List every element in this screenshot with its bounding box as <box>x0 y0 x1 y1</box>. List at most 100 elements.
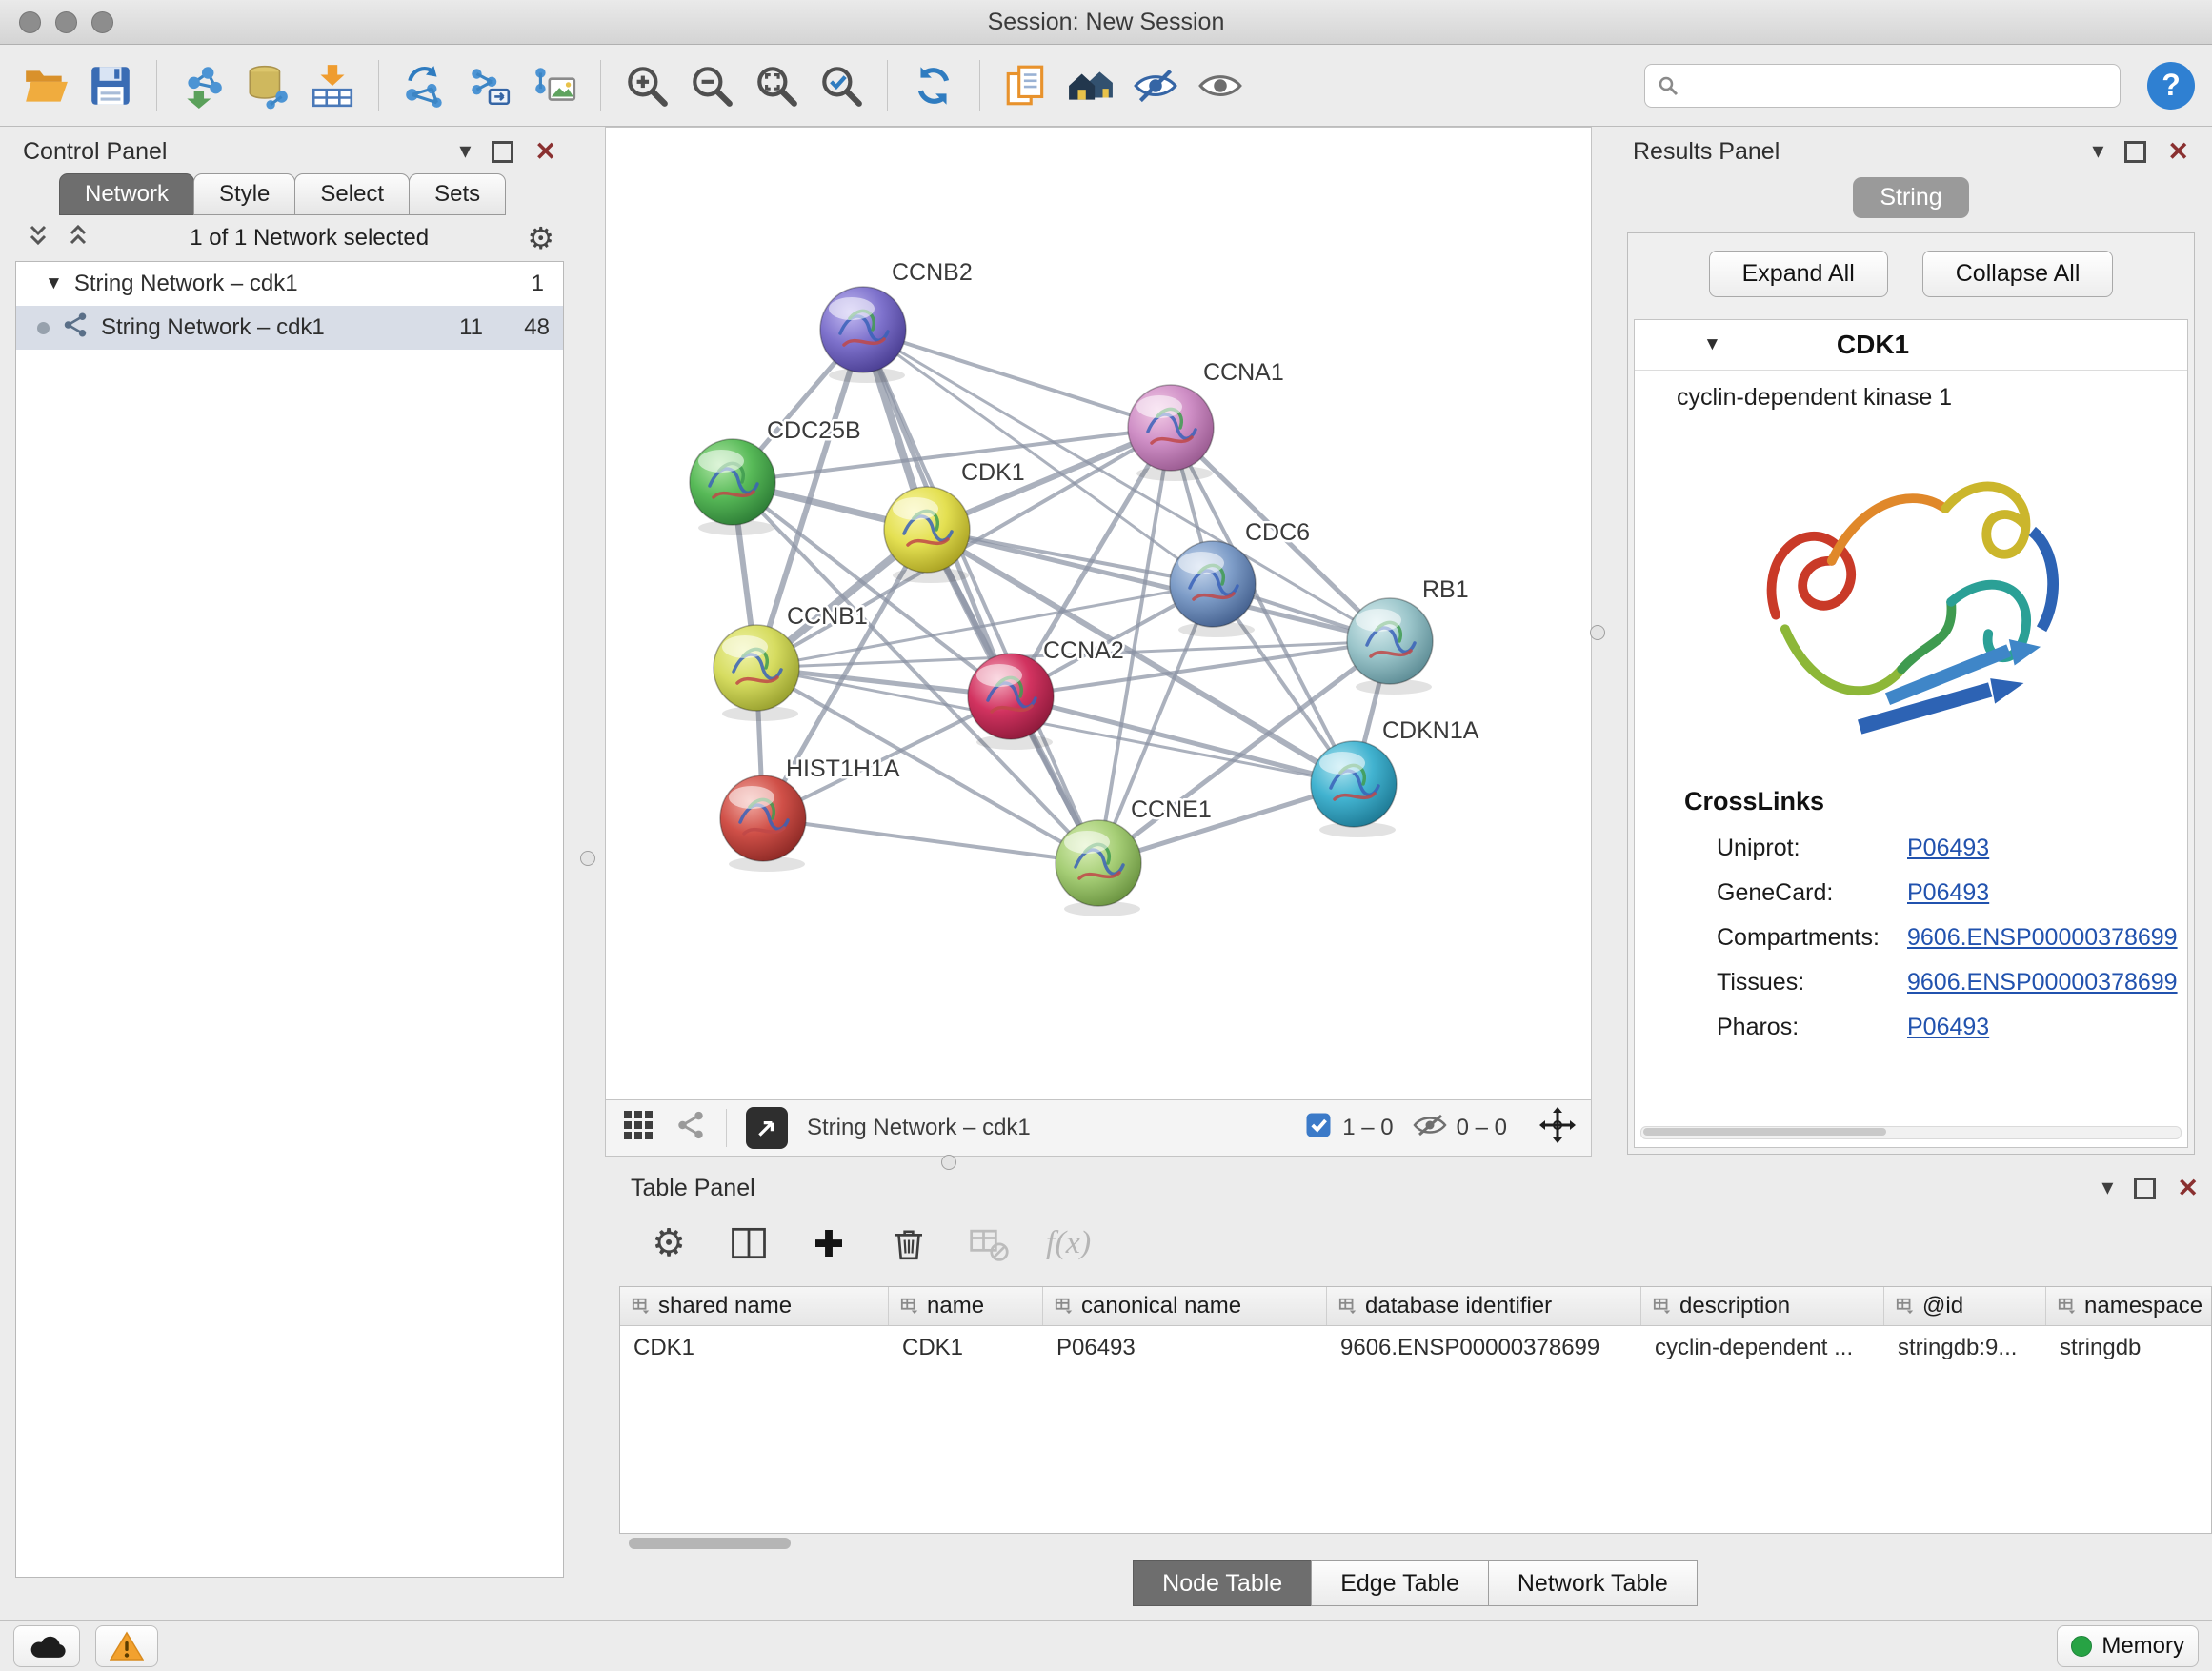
table-cell[interactable]: cyclin-dependent ... <box>1641 1326 1884 1370</box>
warning-button[interactable] <box>95 1625 158 1667</box>
tab-network-table[interactable]: Network Table <box>1488 1560 1698 1606</box>
panel-menu-icon[interactable]: ▾ <box>2101 1177 2113 1199</box>
crosslink-uniprot[interactable]: P06493 <box>1907 835 1989 862</box>
table-cell[interactable]: P06493 <box>1043 1326 1327 1370</box>
table-cell[interactable]: CDK1 <box>889 1326 1043 1370</box>
panel-float-icon[interactable] <box>2134 1178 2156 1199</box>
crosslink-genecard[interactable]: P06493 <box>1907 879 1989 907</box>
search-input[interactable] <box>1687 71 2108 100</box>
node-ccne1[interactable] <box>1056 820 1141 916</box>
memory-button[interactable]: Memory <box>2057 1625 2199 1667</box>
import-network-file-button[interactable] <box>174 56 231 115</box>
hidden-eye-slash-icon[interactable] <box>1413 1113 1447 1144</box>
show-hidden-button[interactable] <box>1192 56 1249 115</box>
collapse-triangle-icon[interactable]: ▼ <box>1703 334 1721 355</box>
help-button[interactable]: ? <box>2147 62 2195 110</box>
new-network-from-selection-button[interactable] <box>396 56 453 115</box>
crosslink-tissues[interactable]: 9606.ENSP00000378699 <box>1907 969 2178 997</box>
column-header--id[interactable]: @id <box>1884 1287 2046 1325</box>
scrollbar-thumb[interactable] <box>629 1538 791 1549</box>
column-header-description[interactable]: description <box>1641 1287 1884 1325</box>
show-columns-button[interactable] <box>726 1220 772 1266</box>
table-cell[interactable]: CDK1 <box>620 1326 889 1370</box>
tab-sets[interactable]: Sets <box>409 173 506 215</box>
minimize-window-button[interactable] <box>55 11 77 33</box>
node-ccnb2[interactable] <box>820 287 906 383</box>
add-column-button[interactable] <box>806 1220 852 1266</box>
tab-style[interactable]: Style <box>193 173 295 215</box>
node-cdkn1a[interactable] <box>1311 741 1397 837</box>
panel-close-icon[interactable]: ✕ <box>2167 139 2189 165</box>
column-header-canonical-name[interactable]: canonical name <box>1043 1287 1327 1325</box>
node-rb1[interactable] <box>1347 598 1433 695</box>
collapse-all-icon[interactable] <box>65 224 91 253</box>
results-horizontal-scrollbar[interactable] <box>1640 1126 2182 1139</box>
table-settings-button[interactable]: ⚙ <box>646 1220 692 1266</box>
network-share-icon[interactable] <box>674 1109 707 1148</box>
column-header-database-identifier[interactable]: database identifier <box>1327 1287 1641 1325</box>
tab-select[interactable]: Select <box>294 173 410 215</box>
copy-button[interactable] <box>997 56 1055 115</box>
close-window-button[interactable] <box>19 11 41 33</box>
table-cell[interactable]: stringdb <box>2046 1326 2212 1370</box>
import-network-database-button[interactable] <box>239 56 296 115</box>
crosslink-compartments[interactable]: 9606.ENSP00000378699 <box>1907 924 2178 952</box>
splitter-handle-bottom[interactable] <box>941 1155 956 1170</box>
node-cdc6[interactable] <box>1170 541 1256 637</box>
panel-menu-icon[interactable]: ▾ <box>459 140 471 163</box>
column-header-shared-name[interactable]: shared name <box>620 1287 889 1325</box>
collapse-all-button[interactable]: Collapse All <box>1922 251 2114 297</box>
zoom-fit-button[interactable] <box>748 56 805 115</box>
export-network-button[interactable] <box>461 56 518 115</box>
splitter-handle-left[interactable] <box>580 851 595 866</box>
tree-item-network[interactable]: String Network – cdk1 11 48 <box>16 306 563 350</box>
network-canvas[interactable]: CCNB2CCNA1CDC25BCDK1CDC6RB1CCNB1CCNA2CDK… <box>606 128 1591 1099</box>
panel-menu-icon[interactable]: ▾ <box>2092 140 2103 163</box>
splitter-handle-right[interactable] <box>1590 625 1605 640</box>
panel-float-icon[interactable] <box>2124 141 2146 163</box>
grid-view-icon[interactable] <box>621 1108 655 1149</box>
panel-float-icon[interactable] <box>492 141 513 163</box>
table-horizontal-scrollbar[interactable] <box>619 1534 2212 1553</box>
column-header-name[interactable]: name <box>889 1287 1043 1325</box>
save-session-button[interactable] <box>82 56 139 115</box>
tab-network[interactable]: Network <box>59 173 194 215</box>
pan-crosshair-icon[interactable] <box>1539 1107 1576 1150</box>
collapse-triangle-icon[interactable]: ▼ <box>45 273 63 294</box>
zoom-in-button[interactable] <box>618 56 675 115</box>
expand-all-button[interactable]: Expand All <box>1709 251 1888 297</box>
edge-ccnb2-ccna1[interactable] <box>863 330 1171 428</box>
apply-layout-button[interactable] <box>905 56 962 115</box>
table-cell[interactable]: 9606.ENSP00000378699 <box>1327 1326 1641 1370</box>
expand-all-icon[interactable] <box>25 224 51 253</box>
tab-string[interactable]: String <box>1853 177 1968 218</box>
export-image-button[interactable] <box>526 56 583 115</box>
open-session-button[interactable] <box>17 56 74 115</box>
zoom-out-button[interactable] <box>683 56 740 115</box>
detach-view-button[interactable] <box>746 1107 788 1149</box>
zoom-selected-button[interactable] <box>813 56 870 115</box>
tab-edge-table[interactable]: Edge Table <box>1311 1560 1489 1606</box>
home-button[interactable] <box>1062 56 1119 115</box>
edge-ccnb2-rb1[interactable] <box>863 330 1390 641</box>
node-hist1h1a[interactable] <box>720 775 806 872</box>
crosslink-pharos[interactable]: P06493 <box>1907 1014 1989 1041</box>
import-table-button[interactable] <box>304 56 361 115</box>
column-header-namespace[interactable]: namespace <box>2046 1287 2212 1325</box>
edge-ccnb2-ccne1[interactable] <box>863 330 1098 863</box>
delete-column-button[interactable] <box>886 1220 932 1266</box>
selected-checkbox-icon[interactable] <box>1304 1111 1333 1146</box>
table-cell[interactable]: stringdb:9... <box>1884 1326 2046 1370</box>
tree-item-collection[interactable]: ▼ String Network – cdk1 1 <box>16 262 563 306</box>
panel-close-icon[interactable]: ✕ <box>2177 1176 2199 1201</box>
cloud-button[interactable] <box>13 1625 80 1667</box>
node-ccna1[interactable] <box>1128 385 1214 481</box>
panel-close-icon[interactable]: ✕ <box>534 139 556 165</box>
maximize-window-button[interactable] <box>91 11 113 33</box>
node-cdc25b[interactable] <box>690 439 775 535</box>
hide-selected-button[interactable] <box>1127 56 1184 115</box>
node-ccnb1[interactable] <box>714 625 799 721</box>
edge-hist1h1a-ccne1[interactable] <box>763 818 1098 863</box>
tab-node-table[interactable]: Node Table <box>1133 1560 1312 1606</box>
gear-icon[interactable]: ⚙ <box>527 223 554 253</box>
